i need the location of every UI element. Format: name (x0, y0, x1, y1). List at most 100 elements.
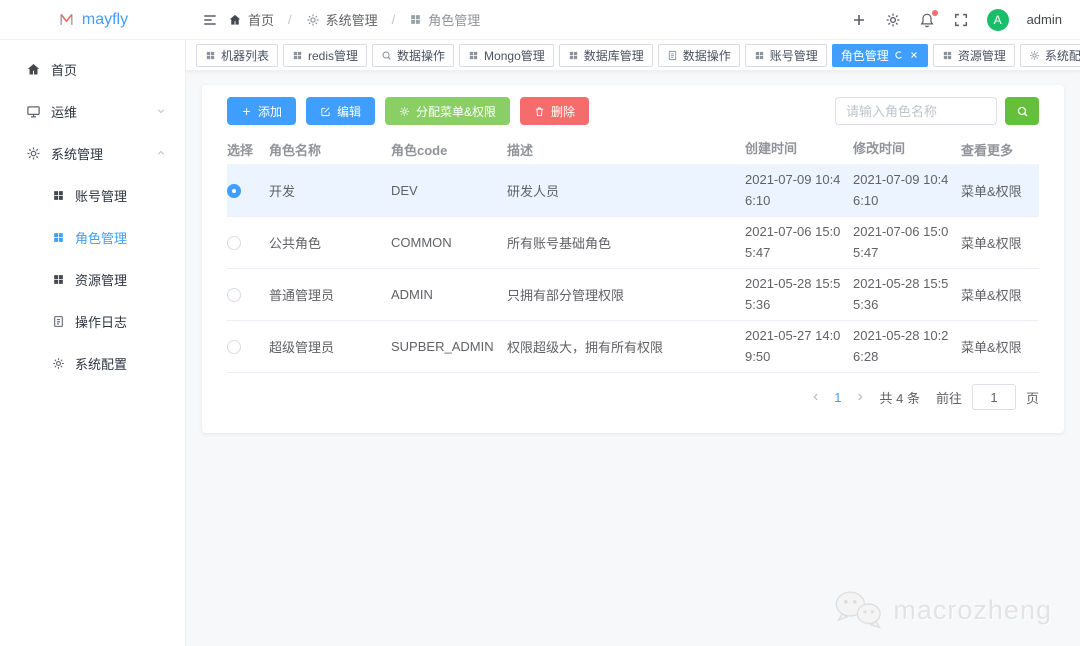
sidebar-item-label: 系统管理 (51, 144, 145, 163)
plus-icon[interactable] (851, 12, 867, 28)
row-radio[interactable] (227, 236, 241, 250)
sidebar-item-ops[interactable]: 运维 (0, 90, 185, 132)
tab-system-config[interactable]: 系统配置 (1020, 44, 1080, 67)
assign-menu-permission-button[interactable]: 分配菜单&权限 (385, 97, 510, 125)
notification-dot (932, 10, 938, 16)
tab-resource-management[interactable]: 资源管理 (933, 44, 1015, 67)
fullscreen-icon[interactable] (953, 12, 969, 28)
menu-permission-link[interactable]: 菜单&权限 (961, 236, 1022, 251)
close-icon[interactable] (909, 50, 919, 60)
table-row[interactable]: 普通管理员 ADMIN 只拥有部分管理权限 2021-05-28 15:55:3… (227, 269, 1039, 321)
row-radio[interactable] (227, 288, 241, 302)
tab-label: 系统配置 (1045, 47, 1080, 64)
role-name: 公共角色 (269, 233, 391, 252)
avatar[interactable]: A (987, 9, 1009, 31)
notification-button[interactable] (919, 12, 935, 28)
search-button[interactable] (1005, 97, 1039, 125)
modified-time: 2021-07-06 15:05:47 (853, 222, 961, 262)
add-button-label: 添加 (258, 103, 282, 120)
role-name: 开发 (269, 181, 391, 200)
tab-data-operation[interactable]: 数据操作 (372, 44, 454, 67)
column-header: 修改时间 (853, 139, 961, 159)
created-time: 2021-05-27 14:09:50 (745, 326, 853, 366)
tab-bar: 机器列表 redis管理 数据操作 Mongo管理 数据库管理 (186, 40, 1080, 71)
header-actions: A admin (851, 9, 1080, 31)
goto-page-input[interactable] (972, 384, 1016, 410)
sidebar-item-home[interactable]: 首页 (0, 48, 185, 90)
tab-mongo-management[interactable]: Mongo管理 (459, 44, 554, 67)
breadcrumb-label: 首页 (248, 10, 274, 29)
gear-icon (52, 357, 65, 370)
delete-button[interactable]: 删除 (520, 97, 589, 125)
column-header: 描述 (507, 140, 745, 159)
breadcrumb-item-system[interactable]: 系统管理 (306, 10, 378, 29)
tab-role-management[interactable]: 角色管理 (832, 44, 928, 67)
created-time: 2021-07-09 10:46:10 (745, 170, 853, 210)
modified-time: 2021-05-28 10:26:28 (853, 326, 961, 366)
tab-data-operation-2[interactable]: 数据操作 (658, 44, 740, 67)
gear-icon[interactable] (885, 12, 901, 28)
chevron-down-icon (155, 105, 167, 117)
sidebar: 首页 运维 系统管理 账号管理 角色管理 资源管理 (0, 40, 186, 646)
sidebar-item-role-management[interactable]: 角色管理 (0, 216, 185, 258)
table-row[interactable]: 超级管理员 SUPBER_ADMIN 权限超级大，拥有所有权限 2021-05-… (227, 321, 1039, 373)
sidebar-item-system-management[interactable]: 系统管理 (0, 132, 185, 174)
gear-icon (1029, 50, 1040, 61)
search-input[interactable] (835, 97, 997, 125)
row-radio-selected[interactable] (227, 184, 241, 198)
sidebar-item-label: 运维 (51, 102, 145, 121)
role-description: 只拥有部分管理权限 (507, 285, 745, 304)
hamburger-icon[interactable] (202, 12, 218, 28)
home-icon (228, 13, 242, 27)
add-button[interactable]: 添加 (227, 97, 296, 125)
toolbar: 添加 编辑 分配菜单&权限 删除 (227, 97, 1039, 125)
edit-button-label: 编辑 (337, 103, 361, 120)
main-area: 机器列表 redis管理 数据操作 Mongo管理 数据库管理 (186, 40, 1080, 646)
sidebar-item-system-config[interactable]: 系统配置 (0, 342, 185, 384)
tab-redis-management[interactable]: redis管理 (283, 44, 367, 67)
column-header: 查看更多 (961, 140, 1039, 159)
role-name: 超级管理员 (269, 337, 391, 356)
menu-permission-link[interactable]: 菜单&权限 (961, 288, 1022, 303)
sidebar-item-label: 系统配置 (75, 354, 167, 373)
logo[interactable]: mayfly (0, 11, 186, 29)
table-row[interactable]: 公共角色 COMMON 所有账号基础角色 2021-07-06 15:05:47… (227, 217, 1039, 269)
user-name[interactable]: admin (1027, 12, 1062, 27)
column-header: 选择 (227, 140, 269, 159)
chevron-right-icon[interactable] (854, 391, 866, 403)
sidebar-item-resource-management[interactable]: 资源管理 (0, 258, 185, 300)
refresh-icon[interactable] (894, 50, 904, 60)
app-window: mayfly 首页 / 系统管理 / 角色管理 (0, 0, 1080, 646)
page-unit-label: 页 (1026, 388, 1039, 407)
sidebar-item-account-management[interactable]: 账号管理 (0, 174, 185, 216)
document-icon (52, 315, 65, 328)
sidebar-item-label: 首页 (51, 60, 167, 79)
tab-database-management[interactable]: 数据库管理 (559, 44, 653, 67)
breadcrumb-item-home[interactable]: 首页 (228, 10, 274, 29)
menu-permission-link[interactable]: 菜单&权限 (961, 340, 1022, 355)
edit-button[interactable]: 编辑 (306, 97, 375, 125)
grid-icon (468, 50, 479, 61)
role-code: ADMIN (391, 287, 507, 302)
logo-text: mayfly (82, 11, 128, 29)
grid-icon (942, 50, 953, 61)
top-header: mayfly 首页 / 系统管理 / 角色管理 (0, 0, 1080, 40)
sidebar-item-operation-log[interactable]: 操作日志 (0, 300, 185, 342)
tab-label: 数据操作 (683, 47, 731, 64)
table-row[interactable]: 开发 DEV 研发人员 2021-07-09 10:46:10 2021-07-… (227, 165, 1039, 217)
breadcrumb-separator: / (288, 12, 292, 27)
trash-icon (534, 106, 545, 117)
tab-account-management[interactable]: 账号管理 (745, 44, 827, 67)
chevron-left-icon[interactable] (810, 391, 822, 403)
wechat-icon (833, 588, 885, 632)
tab-machine-list[interactable]: 机器列表 (196, 44, 278, 67)
row-radio[interactable] (227, 340, 241, 354)
role-code: COMMON (391, 235, 507, 250)
grid-icon (292, 50, 303, 61)
page-number[interactable]: 1 (832, 390, 843, 405)
role-name: 普通管理员 (269, 285, 391, 304)
tab-label: 资源管理 (958, 47, 1006, 64)
modified-time: 2021-05-28 15:55:36 (853, 274, 961, 314)
menu-permission-link[interactable]: 菜单&权限 (961, 184, 1022, 199)
column-header: 创建时间 (745, 139, 853, 159)
